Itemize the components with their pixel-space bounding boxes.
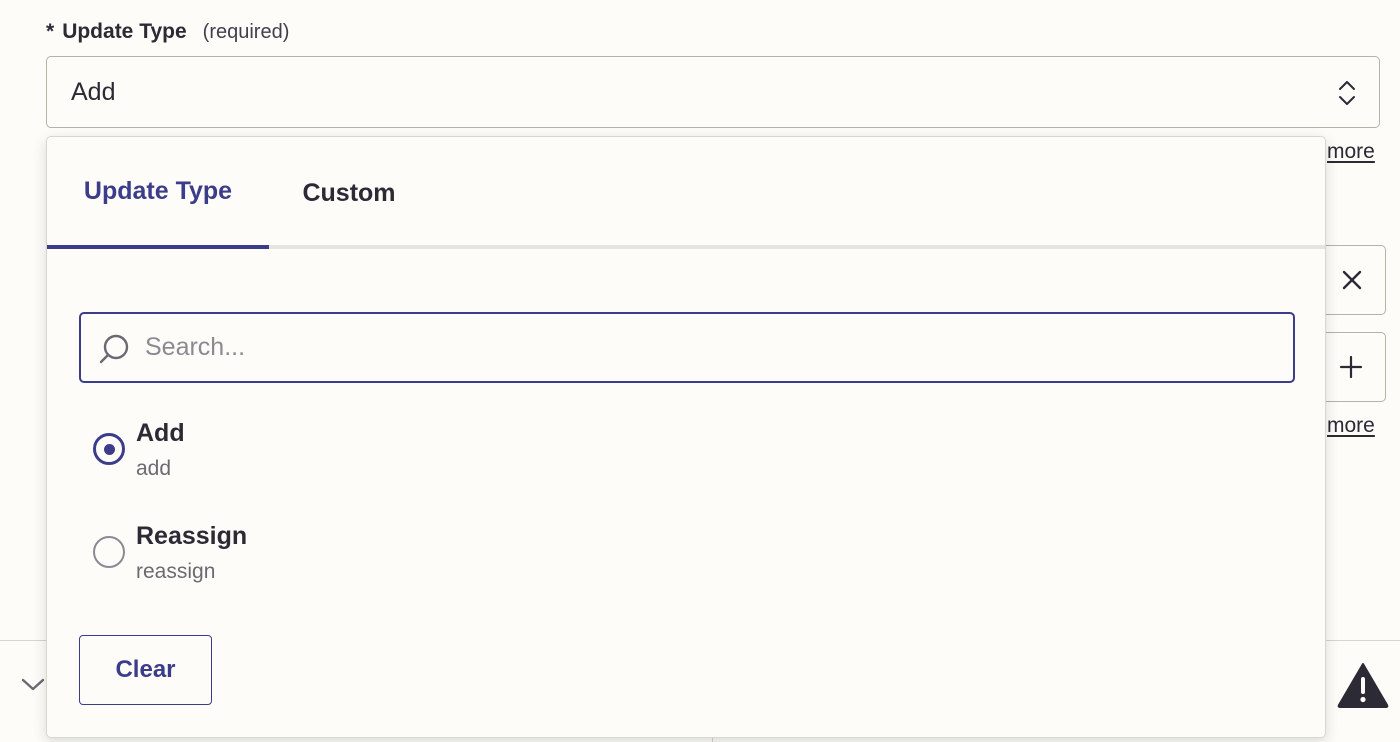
option-label: Reassign — [136, 522, 248, 550]
tab-custom[interactable]: Custom — [269, 137, 429, 249]
tab-bar: Update Type Custom — [47, 137, 1325, 249]
option-reassign[interactable]: Reassign reassign — [93, 522, 793, 602]
clear-button[interactable]: Clear — [79, 635, 212, 705]
field-name: Update Type — [62, 20, 187, 43]
tab-update-type[interactable]: Update Type — [47, 137, 269, 249]
option-value: add — [136, 457, 172, 480]
more-link[interactable]: more — [1327, 414, 1375, 438]
required-text: (required) — [202, 20, 290, 43]
plus-icon — [1339, 355, 1363, 379]
update-type-select[interactable]: Add — [46, 56, 1380, 128]
chevron-up-down-icon — [1339, 81, 1355, 105]
option-label: Add — [136, 419, 185, 447]
search-icon — [99, 334, 129, 364]
search-box — [79, 312, 1295, 383]
select-value: Add — [71, 77, 116, 106]
search-input[interactable] — [145, 314, 1285, 381]
option-value: reassign — [136, 560, 216, 583]
dropdown-panel: Update Type Custom Add add Reassign reas… — [46, 136, 1326, 738]
radio-add[interactable] — [93, 433, 125, 465]
field-label: * Update Type (required) — [46, 18, 289, 46]
page: * Update Type (required) Add more more U… — [0, 0, 1400, 742]
more-link[interactable]: more — [1327, 140, 1375, 164]
option-add[interactable]: Add add — [93, 419, 793, 499]
warning-icon — [1337, 663, 1389, 708]
close-icon — [1342, 270, 1362, 290]
radio-reassign[interactable] — [93, 536, 125, 568]
chevron-down-icon[interactable] — [20, 677, 46, 693]
required-asterisk: * — [46, 20, 55, 43]
